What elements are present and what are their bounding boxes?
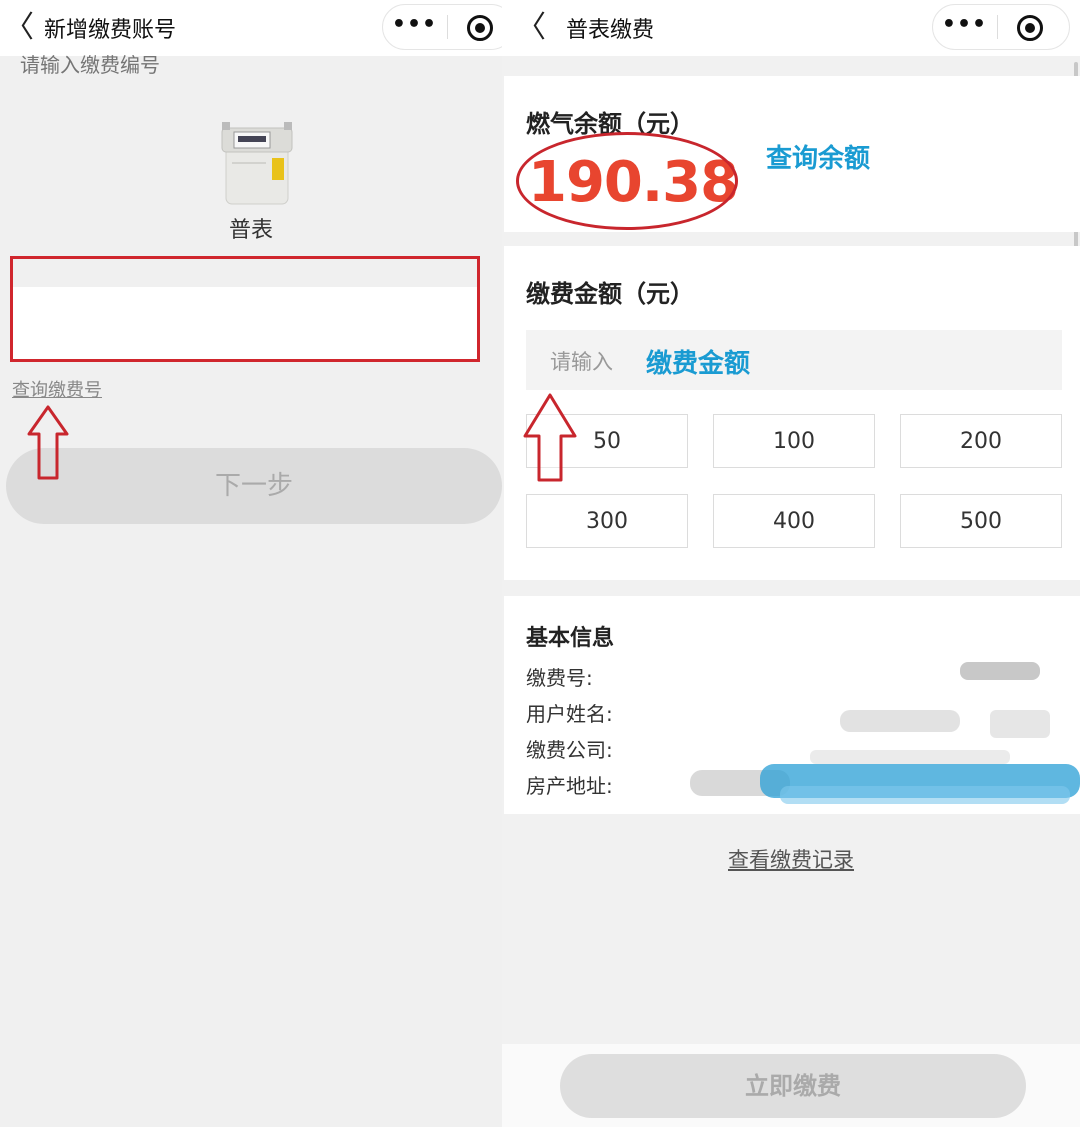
annotation-box [10, 256, 480, 362]
more-icon[interactable]: ••• [383, 5, 446, 49]
info-row-account: 缴费号: [526, 666, 593, 690]
record-icon[interactable] [467, 15, 493, 41]
gas-meter-icon [221, 122, 293, 205]
mini-program-capsule: ••• [932, 4, 1070, 50]
pay-now-button[interactable]: 立即缴费 [560, 1054, 1026, 1118]
amount-input[interactable]: 请输入 缴费金额 [526, 330, 1062, 390]
amount-option-100[interactable]: 100 [713, 414, 875, 468]
page-title: 新增缴费账号 [44, 18, 177, 43]
redaction-smudge [690, 662, 1080, 804]
meter-type-label: 普表 [228, 218, 273, 243]
info-title: 基本信息 [526, 626, 615, 651]
query-account-link[interactable]: 查询缴费号 [12, 376, 102, 402]
info-row-address: 房产地址: [526, 774, 613, 798]
query-balance-button[interactable]: 查询余额 [766, 138, 870, 175]
balance-card: 燃气余额（元） 190.38 查询余额 [504, 76, 1080, 232]
payment-title: 缴费金额（元） [526, 280, 694, 308]
next-step-button[interactable]: 下一步 [6, 448, 502, 524]
capsule-divider [997, 15, 998, 39]
back-icon[interactable]: 〈 [516, 8, 546, 48]
info-row-name: 用户姓名: [526, 702, 613, 726]
capsule-divider [447, 15, 448, 39]
record-icon[interactable] [1017, 15, 1043, 41]
right-screen: 〈 普表缴费 ••• 燃气余额（元） 190.38 查询余额 缴费金额（元） 请… [502, 0, 1080, 1127]
account-number-input[interactable] [18, 52, 422, 78]
arrow-up-icon [523, 393, 577, 482]
left-screen: 〈 新增缴费账号 ••• 普表 查询缴费号 下一步 [0, 0, 502, 1127]
more-icon[interactable]: ••• [933, 5, 996, 49]
payment-card: 缴费金额（元） 请输入 缴费金额 50 100 200 300 400 500 [504, 246, 1080, 580]
amount-label: 缴费金额 [646, 349, 751, 379]
arrow-up-icon [27, 405, 69, 480]
page-title: 普表缴费 [566, 18, 655, 43]
info-row-company: 缴费公司: [526, 738, 613, 762]
amount-option-400[interactable]: 400 [713, 494, 875, 548]
nav-bar: 〈 普表缴费 ••• [502, 0, 1080, 56]
annotation-circle [516, 132, 738, 230]
mini-program-capsule: ••• [382, 4, 502, 50]
amount-option-300[interactable]: 300 [526, 494, 688, 548]
amount-option-500[interactable]: 500 [900, 494, 1062, 548]
view-records-link[interactable]: 查看缴费记录 [502, 844, 1080, 874]
account-field-bg [13, 287, 477, 359]
back-icon[interactable]: 〈 [4, 8, 34, 48]
amount-option-200[interactable]: 200 [900, 414, 1062, 468]
amount-placeholder: 请输入 [550, 350, 613, 374]
nav-bar: 〈 新增缴费账号 ••• [0, 0, 502, 56]
